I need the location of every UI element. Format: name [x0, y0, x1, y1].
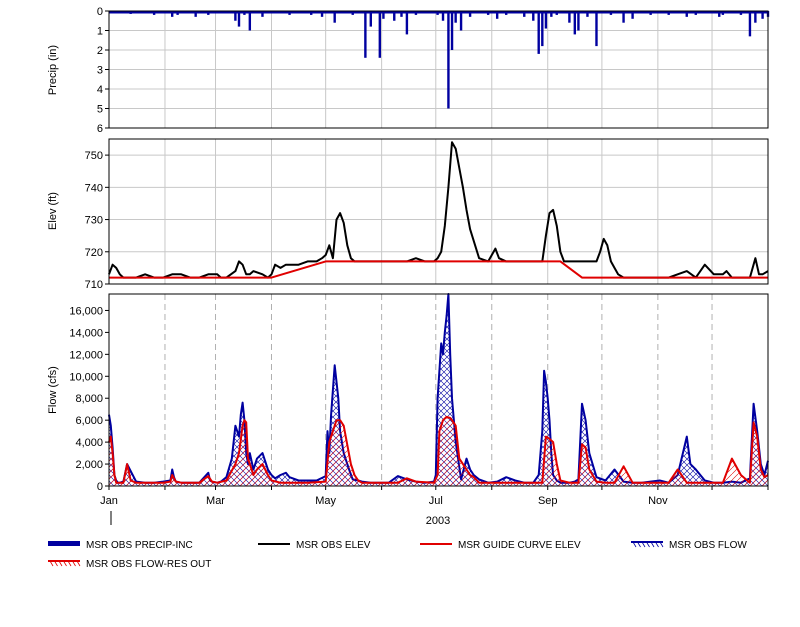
x-axis: Jan Mar May Jul Sep Nov — [100, 486, 769, 507]
y-tick-label: 6 — [97, 123, 103, 135]
y-tick-label: 0 — [97, 481, 103, 493]
precip-bar — [748, 11, 752, 37]
legend-item: MSR OBS FLOW — [631, 540, 747, 551]
legend-label: MSR OBS FLOW — [669, 540, 747, 551]
y-tick-label: 750 — [85, 150, 103, 162]
legend-label: MSR OBS PRECIP-INC — [86, 540, 193, 551]
precip-bar — [378, 11, 382, 58]
precip-bar — [541, 11, 544, 47]
legend-label: MSR OBS FLOW-RES OUT — [86, 559, 211, 570]
precip-bar — [364, 11, 367, 58]
precip-bar — [248, 11, 252, 31]
flow-areas — [108, 293, 769, 486]
y-tick-label: 720 — [85, 247, 103, 259]
y-tick-label: 16,000 — [69, 305, 103, 317]
elev-lines — [108, 141, 769, 279]
flow-y-label: Flow (cfs) — [47, 366, 59, 414]
precip-bar — [450, 11, 454, 50]
x-tick-label: Mar — [206, 495, 225, 507]
y-tick-label: 2,000 — [75, 459, 103, 471]
y-tick-label: 5 — [97, 104, 103, 116]
y-tick-label: 2 — [97, 45, 103, 57]
precip-bar — [447, 11, 450, 109]
series-line-msr-obs-elev — [108, 141, 769, 279]
x-tick-label: Jan — [100, 495, 118, 507]
y-tick-label: 4 — [97, 84, 103, 96]
precip-panel: 0 1 2 3 4 5 6 Precip (in) — [47, 6, 770, 135]
y-tick-label: 740 — [85, 182, 103, 194]
y-tick-label: 710 — [85, 279, 103, 291]
y-tick-label: 12,000 — [69, 349, 103, 361]
legend-swatch — [48, 541, 80, 546]
x-axis-year-label: 2003 — [426, 515, 450, 527]
precip-bar — [595, 11, 598, 47]
y-tick-label: 14,000 — [69, 327, 103, 339]
elev-panel: 710 720 730 740 750 Elev (ft) — [47, 138, 769, 291]
precip-bar — [573, 11, 577, 35]
precip-bar — [459, 11, 463, 31]
x-tick-label: May — [315, 495, 336, 507]
hydrograph-chart: 0 1 2 3 4 5 6 Precip (in) 710 720 730 740 750 Elev… — [47, 6, 770, 570]
flow-panel: 0 2,000 4,000 6,000 8,000 10,000 12,000 14,000 1… — [47, 293, 769, 493]
x-tick-label: Nov — [648, 495, 668, 507]
precip-grid — [109, 10, 768, 129]
y-tick-label: 8,000 — [75, 393, 103, 405]
x-tick-label: Sep — [538, 495, 558, 507]
y-tick-label: 0 — [97, 6, 103, 18]
y-tick-label: 10,000 — [69, 371, 103, 383]
elev-y-ticks: 710 720 730 740 750 — [85, 150, 109, 291]
flow-y-ticks: 0 2,000 4,000 6,000 8,000 10,000 12,000 14,000 1… — [69, 305, 109, 493]
y-tick-label: 1 — [97, 26, 103, 38]
precip-bar — [405, 11, 409, 35]
legend: MSR OBS PRECIP-INC MSR OBS ELEV MSR GUIDE … — [48, 540, 747, 570]
precip-y-label: Precip (in) — [47, 45, 59, 95]
y-tick-label: 3 — [97, 65, 103, 77]
precip-bar — [544, 11, 548, 29]
legend-item: MSR OBS FLOW-RES OUT — [48, 559, 211, 570]
precip-bar — [577, 11, 580, 31]
y-tick-label: 730 — [85, 215, 103, 227]
elev-y-label: Elev (ft) — [47, 192, 59, 230]
precip-bars — [109, 10, 770, 109]
legend-item: MSR OBS ELEV — [258, 540, 371, 551]
legend-item: MSR OBS PRECIP-INC — [48, 540, 193, 551]
legend-label: MSR GUIDE CURVE ELEV — [458, 540, 581, 551]
legend-label: MSR OBS ELEV — [296, 540, 371, 551]
y-tick-label: 6,000 — [75, 415, 103, 427]
legend-item: MSR GUIDE CURVE ELEV — [420, 540, 581, 551]
precip-y-ticks: 0 1 2 3 4 5 6 — [97, 6, 109, 135]
x-tick-label: Jul — [429, 495, 443, 507]
precip-bar — [537, 11, 540, 54]
y-tick-label: 4,000 — [75, 437, 103, 449]
